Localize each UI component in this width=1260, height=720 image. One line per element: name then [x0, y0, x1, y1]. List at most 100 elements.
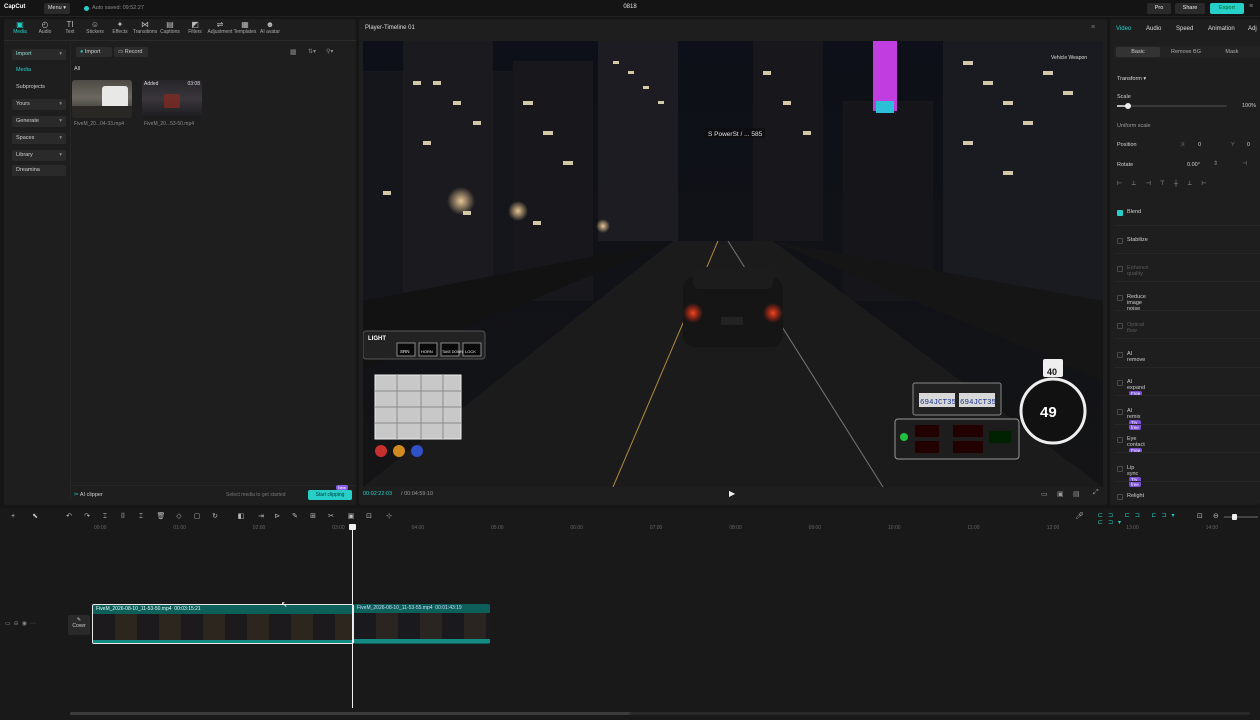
scale-slider[interactable]: [1117, 103, 1227, 109]
subtab-basic[interactable]: Basic: [1116, 47, 1160, 57]
start-clipping-button[interactable]: Start clipping: [308, 490, 352, 500]
rotate-stepper-icon[interactable]: ⇕: [1213, 160, 1218, 167]
delete-icon[interactable]: 🗑︎: [156, 512, 166, 522]
pos-x-input[interactable]: 0: [1198, 142, 1201, 148]
scale-value[interactable]: 100%: [1242, 103, 1256, 109]
zoom-out-icon[interactable]: ⊖: [1213, 512, 1219, 520]
extras-icon[interactable]: ⊹: [384, 512, 394, 522]
sort-icon[interactable]: ⇅▾: [308, 48, 316, 55]
filter-all[interactable]: All: [74, 66, 80, 72]
tool-captions[interactable]: ▤ Captions: [156, 20, 184, 38]
import-button[interactable]: ● Import: [76, 47, 112, 57]
ai-remix-checkbox[interactable]: [1117, 409, 1123, 415]
flip-icon[interactable]: ⊣: [1242, 160, 1247, 167]
sidebar-item-import[interactable]: Import ▾: [12, 49, 66, 60]
screenshot-icon[interactable]: ▭: [1041, 490, 1048, 498]
ai-tools-icon[interactable]: ⊳: [272, 512, 282, 522]
mic-icon[interactable]: 🎤︎: [1075, 512, 1085, 520]
subtab-remove-bg[interactable]: Remove BG: [1164, 47, 1208, 57]
mark-icon[interactable]: ◇: [174, 512, 184, 522]
split-left-icon[interactable]: ⌷: [118, 512, 128, 522]
player-menu-icon[interactable]: ≡: [1091, 24, 1095, 31]
rotate-icon[interactable]: ↻: [210, 512, 220, 522]
ai-expand-checkbox[interactable]: [1117, 380, 1123, 386]
video-preview[interactable]: S PowerSt / ... 585 Vehicle Weapon LIGHT…: [363, 41, 1103, 487]
relight-label[interactable]: Relight: [1127, 493, 1144, 499]
undo-icon[interactable]: ↶: [64, 512, 74, 522]
tool-templates[interactable]: ▦ Templates: [231, 20, 259, 38]
menu-button[interactable]: Menu ▾: [44, 3, 70, 14]
timeline-scrollbar[interactable]: [70, 712, 1250, 715]
pro-button[interactable]: Pro: [1147, 3, 1171, 14]
fullscreen-icon[interactable]: ⤢: [1093, 489, 1099, 497]
window-menu-icon[interactable]: ≡: [1249, 3, 1257, 14]
tab-adj[interactable]: Adj: [1248, 26, 1257, 32]
pos-y-input[interactable]: 0: [1247, 142, 1250, 148]
tool-text[interactable]: TI Text: [56, 20, 84, 38]
tab-video[interactable]: Video: [1116, 26, 1131, 32]
stabilize-checkbox[interactable]: [1117, 238, 1123, 244]
edit-icon[interactable]: ✎: [290, 512, 300, 522]
playhead-handle[interactable]: [349, 524, 356, 530]
replace-icon[interactable]: ▣: [346, 512, 356, 522]
tool-stickers[interactable]: ☺ Stickers: [81, 20, 109, 38]
extend-icon[interactable]: ⇥: [256, 512, 266, 522]
enhance-quality-label[interactable]: Enhance quality: [1127, 265, 1149, 277]
blend-label[interactable]: Blend: [1127, 209, 1141, 215]
zoom-slider-thumb[interactable]: [1232, 514, 1237, 520]
filter-icon[interactable]: ⚲▾: [326, 48, 333, 55]
media-thumb-1[interactable]: [72, 80, 132, 118]
tool-audio[interactable]: ◴ Audio: [31, 20, 59, 38]
eye-contact-checkbox[interactable]: [1117, 437, 1123, 443]
sidebar-item-generate[interactable]: Generate ▾: [12, 116, 66, 127]
split-right-icon[interactable]: ⌶: [136, 512, 146, 522]
quality-icon[interactable]: ▤: [1073, 490, 1080, 498]
media-thumb-2[interactable]: Added 03:08: [142, 80, 202, 118]
play-button[interactable]: ▶: [729, 489, 735, 498]
tab-speed[interactable]: Speed: [1176, 26, 1193, 32]
sidebar-item-spaces[interactable]: Spaces ▾: [12, 133, 66, 144]
tool-transitions[interactable]: ⋈ Transitions: [131, 20, 159, 38]
ai-remix-label[interactable]: AI remixTry free: [1127, 408, 1141, 431]
zoom-fit-icon[interactable]: ⊡: [1197, 512, 1203, 520]
export-button[interactable]: Export: [1210, 3, 1244, 14]
split-icon[interactable]: ⌶: [100, 512, 110, 522]
freeze-icon[interactable]: ◧: [236, 512, 246, 522]
timeline-link-toggles[interactable]: ⊏⊐ ⊏⊐ ⊏⊐▾ ⊏⊐▾: [1098, 512, 1210, 526]
sidebar-item-dreamina[interactable]: Dreamina: [12, 165, 66, 176]
subtab-mask[interactable]: Mask: [1210, 47, 1254, 57]
cut-icon[interactable]: ✂: [326, 512, 336, 522]
tool-filters[interactable]: ◩ Filters: [181, 20, 209, 38]
redo-icon[interactable]: ↷: [82, 512, 92, 522]
tool-adjustment[interactable]: ⇌ Adjustment: [206, 20, 234, 38]
ratio-icon[interactable]: ▣: [1057, 490, 1064, 498]
crop-icon[interactable]: ▢: [192, 512, 202, 522]
tab-animation[interactable]: Animation: [1208, 26, 1235, 32]
multicam-icon[interactable]: ⊞: [308, 512, 318, 522]
sidebar-item-subprojects[interactable]: Subprojects: [12, 82, 66, 93]
cover-button[interactable]: ✎ Cover: [68, 615, 90, 635]
record-button[interactable]: ▭ Record: [114, 47, 148, 57]
timeline-scrollbar-thumb[interactable]: [70, 712, 630, 715]
tab-audio[interactable]: Audio: [1146, 26, 1161, 32]
select-tool-icon[interactable]: ⬉: [30, 512, 40, 522]
tool-media[interactable]: ▣ Media: [6, 20, 34, 38]
sidebar-item-yours[interactable]: Yours ▾: [12, 99, 66, 110]
align-toolbar[interactable]: ⊢⊥⊣⊤┼⊥⊢: [1117, 180, 1260, 190]
timeline-clip-2[interactable]: FiveM_2026-08-10_11-53-55.mp4 00:01:43:1…: [354, 604, 490, 644]
timeline-clip-1[interactable]: FiveM_2026-08-10_11-53-50.mp4 00:03:15:2…: [92, 604, 354, 644]
enhance-quality-checkbox[interactable]: [1117, 266, 1123, 272]
sidebar-item-library[interactable]: Library ▾: [12, 150, 66, 161]
optical-flow-checkbox[interactable]: [1117, 323, 1123, 329]
playhead[interactable]: [349, 524, 356, 708]
rotate-input[interactable]: 0.00°: [1187, 162, 1200, 168]
blend-checkbox[interactable]: [1117, 210, 1123, 216]
add-track-icon[interactable]: +: [8, 512, 18, 522]
ai-remove-label[interactable]: AI remove: [1127, 351, 1145, 363]
reduce-image-noise-checkbox[interactable]: [1117, 295, 1123, 301]
lip-sync-checkbox[interactable]: [1117, 466, 1123, 472]
sidebar-item-media[interactable]: Media: [12, 65, 66, 76]
tool-ai-avatar[interactable]: ☻ AI avatar: [256, 20, 284, 38]
share-button[interactable]: Share: [1175, 3, 1205, 14]
stabilize-label[interactable]: Stabilize: [1127, 237, 1148, 243]
